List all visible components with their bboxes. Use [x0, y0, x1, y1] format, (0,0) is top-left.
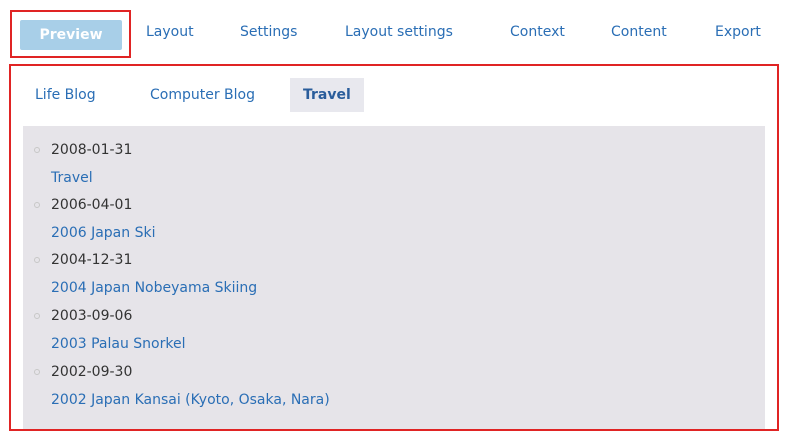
tab-context[interactable]: Context [510, 24, 565, 40]
content-panel: Life Blog Computer Blog Travel 2008-01-3… [9, 64, 779, 431]
entry-date: 2003-09-06 [51, 308, 133, 324]
bullet-icon [34, 257, 40, 263]
list-item: 2002-09-30 2002 Japan Kansai (Kyoto, Osa… [23, 360, 765, 418]
list-item: 2006-04-01 2006 Japan Ski [23, 193, 765, 251]
bullet-icon [34, 147, 40, 153]
list-item: 2003-09-06 2003 Palau Snorkel [23, 304, 765, 362]
tab-layout[interactable]: Layout [146, 24, 194, 40]
tab-layout-settings[interactable]: Layout settings [345, 24, 453, 40]
travel-post-list: 2008-01-31 Travel 2006-04-01 2006 Japan … [23, 126, 765, 429]
subtab-travel[interactable]: Travel [290, 78, 364, 112]
tab-settings[interactable]: Settings [240, 24, 297, 40]
subtab-computer-blog[interactable]: Computer Blog [150, 78, 255, 112]
list-item: 2004-12-31 2004 Japan Nobeyama Skiing [23, 248, 765, 306]
entry-date: 2004-12-31 [51, 252, 133, 268]
entry-link[interactable]: 2006 Japan Ski [51, 225, 155, 241]
entry-link[interactable]: 2003 Palau Snorkel [51, 336, 185, 352]
entry-date: 2002-09-30 [51, 364, 133, 380]
list-item: 2008-01-31 Travel [23, 138, 765, 196]
bullet-icon [34, 313, 40, 319]
tab-preview[interactable]: Preview [20, 20, 122, 50]
tab-content[interactable]: Content [611, 24, 667, 40]
top-tab-bar: Preview Layout Settings Layout settings … [0, 0, 789, 64]
bullet-icon [34, 202, 40, 208]
entry-date: 2006-04-01 [51, 197, 133, 213]
entry-link[interactable]: 2002 Japan Kansai (Kyoto, Osaka, Nara) [51, 392, 330, 408]
tab-export[interactable]: Export [715, 24, 761, 40]
subtab-life-blog[interactable]: Life Blog [35, 78, 96, 112]
entry-date: 2008-01-31 [51, 142, 133, 158]
entry-link[interactable]: 2004 Japan Nobeyama Skiing [51, 280, 257, 296]
bullet-icon [34, 369, 40, 375]
entry-link[interactable]: Travel [51, 170, 93, 186]
